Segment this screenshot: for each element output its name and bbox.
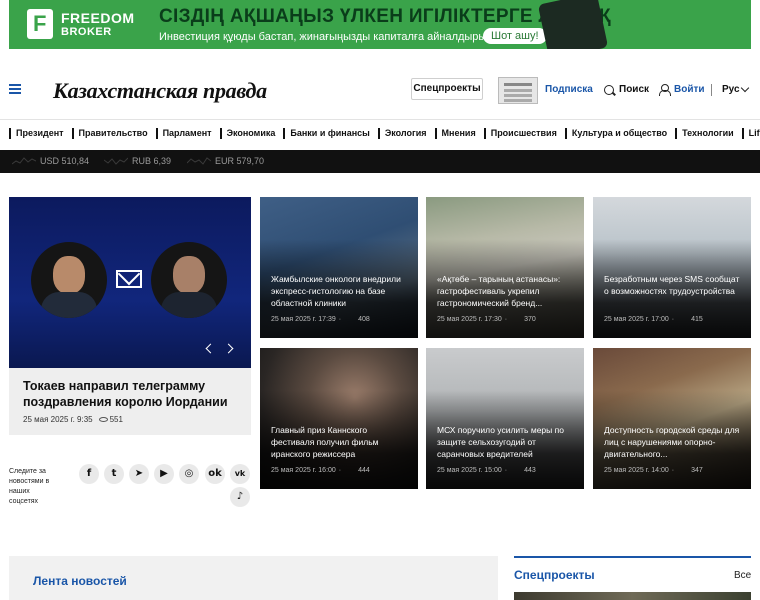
currency-eur: EUR 579,70 xyxy=(215,156,265,166)
nav-item-banks[interactable]: Банки и финансы xyxy=(283,128,377,139)
sparkline-icon xyxy=(104,157,128,165)
odnoklassniki-icon[interactable]: ok xyxy=(205,464,225,484)
language-selector[interactable]: Рус xyxy=(722,84,740,95)
twitter-icon[interactable]: t xyxy=(104,464,124,484)
menu-icon[interactable] xyxy=(9,84,21,94)
login-link[interactable]: Войти xyxy=(674,84,705,95)
search-icon[interactable] xyxy=(604,85,614,95)
chevron-down-icon[interactable] xyxy=(740,83,750,93)
nav-item-lifestyle[interactable]: Lifest xyxy=(741,128,760,139)
ad-banner[interactable]: FREEDOM BROKER СІЗДІҢ АҚШАҢЫЗ ҮЛКЕН ИГІЛ… xyxy=(9,0,751,49)
portrait-king xyxy=(151,242,227,318)
featured-views: 551 xyxy=(109,415,123,424)
news-card[interactable]: Жамбылские онкологи внедрили экспресс-ги… xyxy=(260,197,418,338)
specprojects-button[interactable]: Спецпроекты xyxy=(411,78,483,100)
card-title[interactable]: Главный приз Каннского фестиваля получил… xyxy=(271,424,411,460)
card-title[interactable]: «Ақтөбе – тарының астанасы»: гастрофести… xyxy=(437,273,577,309)
news-card[interactable]: Безработным через SMS сообщат о возможно… xyxy=(593,197,751,338)
featured-image[interactable] xyxy=(9,197,251,368)
ad-brand-sub: BROKER xyxy=(61,26,112,38)
card-meta: 25 мая 2025 г. 17:39 · 408 xyxy=(271,316,370,323)
nav-divider xyxy=(0,119,760,120)
nav-item-president[interactable]: Президент xyxy=(9,128,72,139)
card-title[interactable]: Жамбылские онкологи внедрили экспресс-ги… xyxy=(271,273,411,309)
card-views: 443 xyxy=(524,467,536,474)
featured-meta: 25 мая 2025 г. 9:35 551 xyxy=(23,415,123,424)
category-nav: Президент Правительство Парламент Экономика… xyxy=(9,128,760,139)
nav-item-incidents[interactable]: Происшествия xyxy=(483,128,565,139)
card-views: 444 xyxy=(358,467,370,474)
nav-item-technology[interactable]: Технологии xyxy=(675,128,742,139)
facebook-icon[interactable]: f xyxy=(79,464,99,484)
user-icon[interactable] xyxy=(659,84,671,96)
specprojects-divider xyxy=(514,556,751,558)
nav-item-opinions[interactable]: Мнения xyxy=(434,128,484,139)
specprojects-title[interactable]: Спецпроекты xyxy=(514,568,595,582)
card-meta: 25 мая 2025 г. 16:00 · 444 xyxy=(271,467,370,474)
envelope-icon xyxy=(116,270,142,288)
chevron-left-icon[interactable] xyxy=(205,343,216,354)
vk-icon[interactable]: vk xyxy=(230,464,250,484)
sparkline-icon xyxy=(12,157,36,165)
news-feed-title[interactable]: Лента новостей xyxy=(33,574,127,588)
chevron-right-icon[interactable] xyxy=(223,343,234,354)
card-date: 25 мая 2025 г. 17:00 xyxy=(604,316,669,323)
follow-label: Следите за новостями в наших соцсетях xyxy=(9,468,50,505)
card-date: 25 мая 2025 г. 17:30 xyxy=(437,316,502,323)
nav-item-ecology[interactable]: Экология xyxy=(377,128,435,139)
card-views: 408 xyxy=(358,316,370,323)
ad-brand: FREEDOM xyxy=(61,10,135,26)
card-title[interactable]: Доступность городской среды для лиц с на… xyxy=(604,424,744,460)
portrait-tokayev xyxy=(31,242,107,318)
news-card[interactable]: «Ақтөбе – тарының астанасы»: гастрофести… xyxy=(426,197,584,338)
nav-item-parliament[interactable]: Парламент xyxy=(155,128,220,139)
freedom-logo-icon xyxy=(27,9,53,39)
nav-item-economy[interactable]: Экономика xyxy=(219,128,284,139)
news-card[interactable]: МСХ поручило усилить меры по защите сель… xyxy=(426,348,584,489)
card-meta: 25 мая 2025 г. 14:00 · 347 xyxy=(604,467,703,474)
phone-image xyxy=(537,0,609,49)
currency-rub: RUB 6,39 xyxy=(132,156,172,166)
header-divider xyxy=(711,84,712,96)
eye-icon xyxy=(98,417,108,423)
card-meta: 25 мая 2025 г. 17:30 · 370 xyxy=(437,316,536,323)
nav-item-government[interactable]: Правительство xyxy=(71,128,156,139)
card-date: 25 мая 2025 г. 15:00 xyxy=(437,467,502,474)
featured-title[interactable]: Токаев направил телеграмму поздравления … xyxy=(23,378,243,410)
ad-open-account-button[interactable]: Шот ашу! xyxy=(483,28,547,44)
card-meta: 25 мая 2025 г. 15:00 · 443 xyxy=(437,467,536,474)
card-title[interactable]: Безработным через SMS сообщат о возможно… xyxy=(604,273,744,297)
sparkline-icon xyxy=(187,157,211,165)
featured-date: 25 мая 2025 г. 9:35 xyxy=(23,415,93,424)
card-views: 415 xyxy=(691,316,703,323)
card-views: 347 xyxy=(691,467,703,474)
ad-fine-print xyxy=(613,4,747,46)
ad-subline: Инвестиция құюды бастап, жинағыңызды кап… xyxy=(159,31,506,43)
card-title[interactable]: МСХ поручило усилить меры по защите сель… xyxy=(437,424,577,460)
featured-article[interactable]: Токаев направил телеграмму поздравления … xyxy=(9,197,251,435)
card-date: 25 мая 2025 г. 14:00 xyxy=(604,467,669,474)
currency-usd: USD 510,84 xyxy=(40,156,90,166)
nav-item-culture[interactable]: Культура и общество xyxy=(564,128,675,139)
youtube-icon[interactable]: ▶ xyxy=(154,464,174,484)
card-meta: 25 мая 2025 г. 17:00 · 415 xyxy=(604,316,703,323)
specprojects-image[interactable] xyxy=(514,592,751,600)
specprojects-all-link[interactable]: Все xyxy=(734,570,751,581)
newspaper-icon[interactable] xyxy=(498,77,538,104)
tiktok-icon[interactable]: ♪ xyxy=(230,487,250,507)
news-card[interactable]: Главный приз Каннского фестиваля получил… xyxy=(260,348,418,489)
card-views: 370 xyxy=(524,316,536,323)
telegram-icon[interactable]: ➤ xyxy=(129,464,149,484)
card-date: 25 мая 2025 г. 17:39 xyxy=(271,316,336,323)
card-date: 25 мая 2025 г. 16:00 xyxy=(271,467,336,474)
subscribe-link[interactable]: Подписка xyxy=(545,84,593,95)
site-logo[interactable]: Казахстанская правда xyxy=(53,78,267,104)
search-link[interactable]: Поиск xyxy=(619,84,649,95)
instagram-icon[interactable]: ◎ xyxy=(179,464,199,484)
news-card[interactable]: Доступность городской среды для лиц с на… xyxy=(593,348,751,489)
news-feed-panel: Лента новостей xyxy=(9,556,498,600)
currency-bar: USD 510,84 RUB 6,39 EUR 579,70 xyxy=(0,150,760,173)
